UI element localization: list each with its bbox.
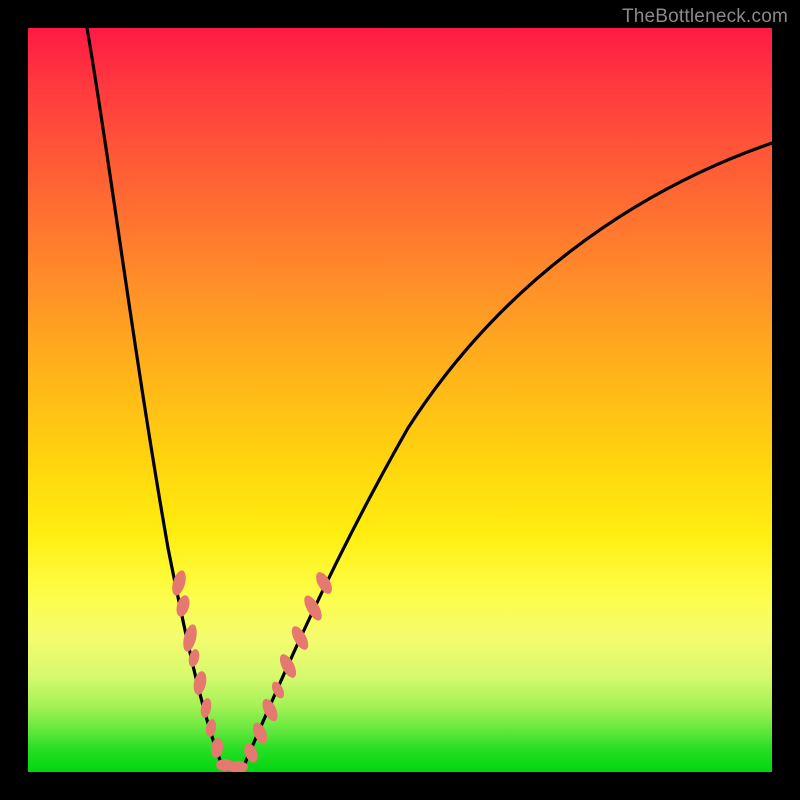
curve-layer bbox=[28, 28, 772, 772]
chart-frame: TheBottleneck.com bbox=[0, 0, 800, 800]
watermark-text: TheBottleneck.com bbox=[622, 6, 788, 28]
plot-area bbox=[28, 28, 772, 772]
